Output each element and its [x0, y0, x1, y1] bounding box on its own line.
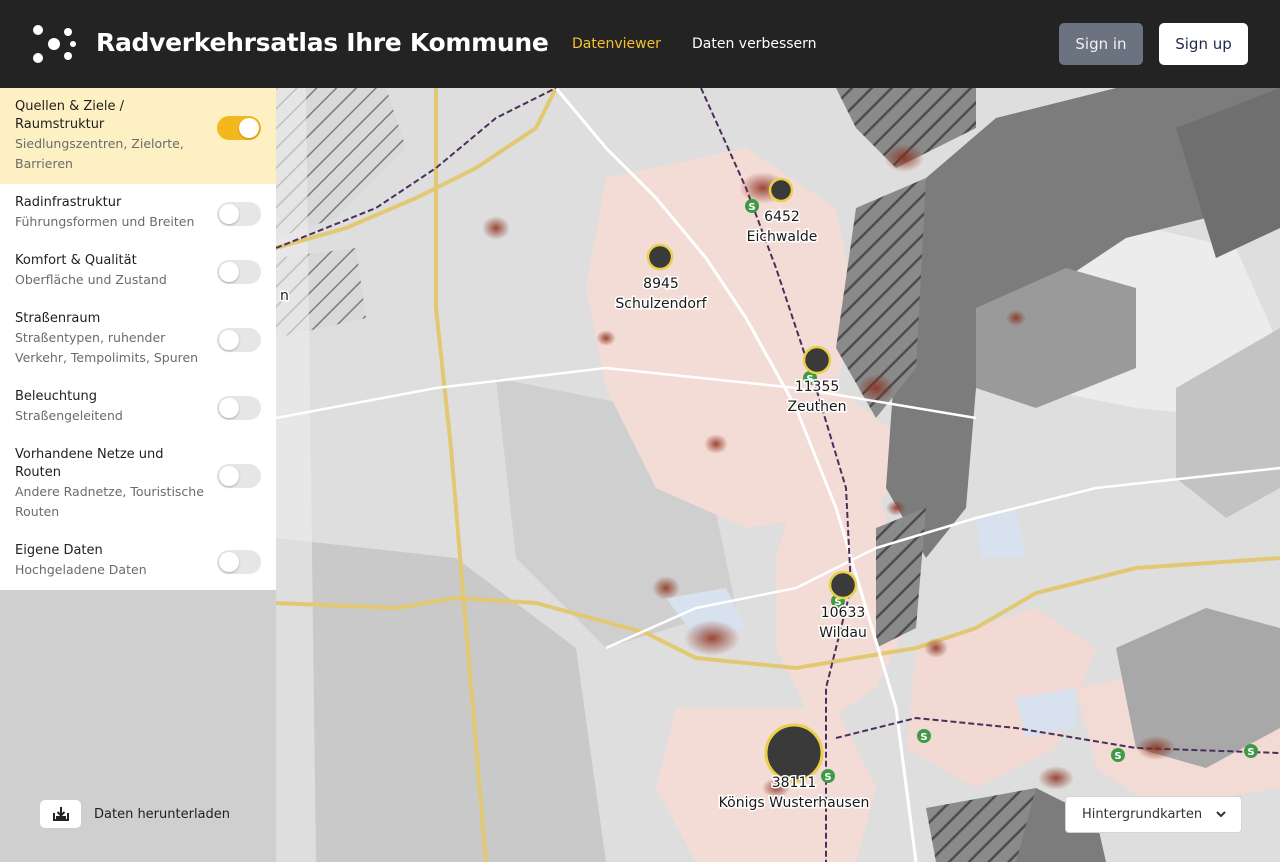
layer-subtitle: Straßengeleitend: [15, 408, 123, 423]
nav-daten-verbessern[interactable]: Daten verbessern: [692, 36, 817, 52]
place-marker-wildau: [828, 570, 858, 600]
layer-subtitle: Führungsformen und Breiten: [15, 214, 195, 229]
layer-title: Straßenraum: [15, 311, 101, 326]
place-marker-koenigs-wusterhausen: [764, 723, 824, 783]
layer-title: Beleuchtung: [15, 389, 97, 404]
place-count: 10633: [821, 605, 866, 621]
layer-toggle[interactable]: [217, 464, 261, 488]
place-count: 8945: [643, 276, 679, 292]
sign-up-button[interactable]: Sign up: [1159, 23, 1248, 65]
sign-in-button[interactable]: Sign in: [1059, 23, 1143, 65]
station-glyph: S: [1114, 751, 1121, 762]
layer-netze-routen[interactable]: Vorhandene Netze und Routen Andere Radne…: [0, 436, 276, 532]
basemap-select[interactable]: Hintergrundkarten: [1065, 796, 1242, 833]
layer-toggle[interactable]: [217, 260, 261, 284]
layer-toggle[interactable]: [217, 116, 261, 140]
station-glyph: S: [920, 732, 927, 743]
layer-title: Komfort & Qualität: [15, 253, 137, 268]
place-count: 38111: [772, 775, 817, 791]
place-name: Wildau: [819, 625, 867, 641]
layer-subtitle: Hochgeladene Daten: [15, 562, 147, 577]
layer-title: Vorhandene Netze und Routen: [15, 447, 164, 480]
layer-beleuchtung[interactable]: Beleuchtung Straßengeleitend: [0, 378, 276, 436]
station-glyph: S: [824, 772, 831, 783]
layer-toggle[interactable]: [217, 396, 261, 420]
nav-datenviewer[interactable]: Datenviewer: [572, 36, 661, 52]
layer-toggle[interactable]: [217, 202, 261, 226]
place-name: Schulzendorf: [615, 296, 707, 312]
layer-subtitle: Straßentypen, ruhender Verkehr, Tempolim…: [15, 330, 199, 365]
chevron-down-icon: [1216, 811, 1226, 818]
layer-subtitle: Andere Radnetze, Touristische Routen: [15, 484, 204, 519]
layer-list: Quellen & Ziele / Raumstruktur Siedlungs…: [0, 88, 276, 590]
station-glyph: S: [748, 202, 755, 213]
app-title: Radverkehrsatlas Ihre Kommune: [96, 28, 549, 57]
top-bar: Radverkehrsatlas Ihre Kommune Datenviewe…: [0, 0, 1280, 88]
layer-eigene-daten[interactable]: Eigene Daten Hochgeladene Daten: [0, 532, 276, 590]
layer-title: Quellen & Ziele / Raumstruktur: [15, 99, 124, 132]
layer-subtitle: Oberfläche und Zustand: [15, 272, 167, 287]
download-data-button[interactable]: Daten herunterladen: [40, 800, 230, 828]
layer-komfort-qualitaet[interactable]: Komfort & Qualität Oberfläche und Zustan…: [0, 242, 276, 300]
download-label: Daten herunterladen: [94, 806, 231, 822]
layer-title: Eigene Daten: [15, 543, 103, 558]
place-count: 6452: [764, 209, 800, 225]
layer-sidebar: Quellen & Ziele / Raumstruktur Siedlungs…: [0, 88, 276, 862]
place-marker-eichwalde: [768, 177, 794, 203]
place-name: Zeuthen: [788, 399, 847, 415]
map-edge-label: n: [280, 288, 289, 304]
layer-toggle[interactable]: [217, 550, 261, 574]
app-logo-icon[interactable]: [32, 24, 76, 64]
layer-radinfrastruktur[interactable]: Radinfrastruktur Führungsformen und Brei…: [0, 184, 276, 242]
layer-quellen-ziele[interactable]: Quellen & Ziele / Raumstruktur Siedlungs…: [0, 88, 276, 184]
map-svg[interactable]: S S S S S S S 6452 Eichwalde 8945 Schulz…: [276, 88, 1280, 862]
basemap-label: Hintergrundkarten: [1082, 807, 1203, 822]
place-marker-zeuthen: [802, 345, 832, 375]
layer-strassenraum[interactable]: Straßenraum Straßentypen, ruhender Verke…: [0, 300, 276, 378]
download-icon[interactable]: [40, 800, 81, 828]
place-count: 11355: [795, 379, 840, 395]
layer-toggle[interactable]: [217, 328, 261, 352]
station-glyph: S: [1247, 747, 1254, 758]
place-marker-schulzendorf: [646, 243, 674, 271]
layer-title: Radinfrastruktur: [15, 195, 122, 210]
layer-subtitle: Siedlungszentren, Zielorte, Barrieren: [15, 136, 184, 171]
place-name: Königs Wusterhausen: [719, 795, 870, 811]
place-name: Eichwalde: [747, 229, 818, 245]
map-canvas[interactable]: S S S S S S S 6452 Eichwalde 8945 Schulz…: [276, 88, 1280, 862]
